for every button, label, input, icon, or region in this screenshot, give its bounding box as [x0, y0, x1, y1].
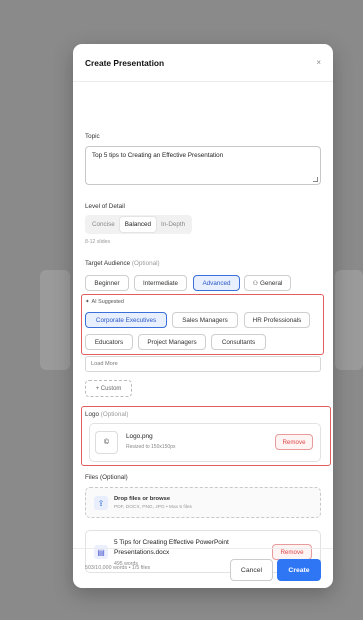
topic-input[interactable]: Top 5 tips to Creating an Effective Pres…: [85, 146, 321, 185]
ai-suggested-text: AI Suggested: [91, 299, 124, 305]
logo-thumbnail: ©: [95, 431, 118, 454]
upload-icon: ⇪: [94, 496, 108, 510]
logo-label-text: Logo: [85, 411, 100, 418]
logo-file-name: Logo.png: [126, 433, 153, 440]
users-icon: ⚇: [252, 280, 258, 287]
audience-level-intermediate[interactable]: Intermediate: [134, 275, 187, 291]
audience-level-beginner[interactable]: Beginner: [85, 275, 129, 291]
audience-label-text: Target Audience: [85, 260, 131, 267]
word-file-count: 503/10,000 words • 1/5 files: [85, 565, 151, 571]
dropzone-subtitle: PDF, DOCX, PNG, JPG • Max 5 files: [114, 505, 192, 510]
suggestion-consultants[interactable]: Consultants: [211, 334, 266, 350]
create-button[interactable]: Create: [277, 559, 321, 581]
detail-option-concise[interactable]: Concise: [87, 217, 120, 232]
custom-audience-button[interactable]: + Custom: [85, 380, 132, 397]
background-card: [40, 270, 70, 370]
suggestion-educators[interactable]: Educators: [85, 334, 133, 350]
create-presentation-dialog: Create Presentation × Topic Top 5 tips t…: [73, 44, 333, 588]
close-icon[interactable]: ×: [316, 58, 321, 67]
dialog-header: Create Presentation ×: [73, 44, 333, 82]
suggestion-sales-managers[interactable]: Sales Managers: [172, 312, 238, 328]
detail-hint: 8-12 slides: [85, 239, 111, 245]
logo-file-meta: Resized to 150x150px: [126, 444, 176, 450]
topic-value: Top 5 tips to Creating an Effective Pres…: [92, 152, 224, 159]
audience-level-advanced[interactable]: Advanced: [193, 275, 240, 291]
file-dropzone[interactable]: ⇪ Drop files or browse PDF, DOCX, PNG, J…: [85, 487, 321, 518]
detail-option-in-depth[interactable]: In-Depth: [156, 217, 190, 232]
remove-logo-button[interactable]: Remove: [275, 434, 313, 450]
files-label: Files (Optional): [85, 474, 128, 481]
suggestion-corporate-executives[interactable]: Corporate Executives: [85, 312, 167, 328]
load-more-button[interactable]: Load More: [85, 356, 321, 372]
detail-segmented-control: Concise Balanced In-Depth: [85, 215, 193, 234]
sparkle-icon: ✦: [85, 299, 90, 305]
suggestion-project-managers[interactable]: Project Managers: [138, 334, 206, 350]
detail-label: Level of Detail: [85, 203, 125, 210]
dropzone-title: Drop files or browse: [114, 496, 171, 502]
logo-optional: (Optional): [100, 411, 129, 418]
audience-label: Target Audience (Optional): [85, 260, 160, 267]
background-card: [335, 270, 363, 370]
audience-level-general[interactable]: ⚇ General: [244, 275, 291, 291]
ai-suggested-label: ✦ AI Suggested: [85, 299, 124, 305]
resize-handle-icon[interactable]: [313, 177, 318, 182]
topic-label: Topic: [85, 133, 100, 140]
detail-option-balanced[interactable]: Balanced: [119, 217, 157, 232]
audience-optional: (Optional): [131, 260, 160, 267]
logo-file-card: © Logo.png Resized to 150x150px Remove: [89, 423, 321, 462]
suggestion-hr-professionals[interactable]: HR Professionals: [244, 312, 310, 328]
logo-label: Logo (Optional): [85, 411, 128, 418]
dialog-footer: 503/10,000 words • 1/5 files Cancel Crea…: [73, 548, 333, 588]
audience-level-general-label: General: [259, 279, 283, 287]
cancel-button[interactable]: Cancel: [230, 559, 273, 581]
dialog-title: Create Presentation: [85, 57, 165, 68]
